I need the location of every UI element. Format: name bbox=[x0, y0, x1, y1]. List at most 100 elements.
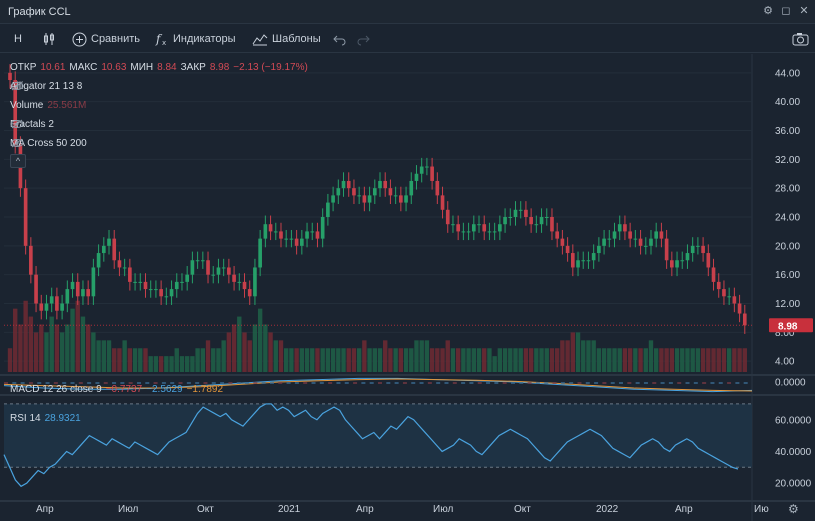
candle-body bbox=[435, 180, 440, 196]
volume-bar bbox=[732, 348, 737, 372]
close-icon[interactable]: ✕ bbox=[797, 4, 811, 18]
redo-button[interactable] bbox=[356, 30, 370, 48]
candle-body bbox=[664, 238, 669, 261]
volume-bar bbox=[143, 348, 148, 372]
screenshot-button[interactable] bbox=[792, 30, 809, 48]
volume-bar bbox=[711, 348, 716, 372]
macd-histogram-bar bbox=[602, 382, 607, 384]
volume-bar bbox=[320, 348, 325, 372]
compare-button[interactable]: Сравнить bbox=[72, 30, 140, 48]
volume-bar bbox=[44, 332, 49, 372]
macd-histogram-bar bbox=[510, 382, 515, 384]
candle-body bbox=[576, 260, 580, 268]
volume-bar bbox=[221, 340, 226, 372]
eye-hidden-icon[interactable] bbox=[10, 138, 24, 148]
alligator-legend[interactable]: Alligator 21 13 8 bbox=[10, 81, 82, 92]
chart-type-button[interactable] bbox=[42, 30, 56, 48]
candle-body bbox=[430, 166, 434, 181]
volume-bar bbox=[184, 356, 190, 372]
candle-body bbox=[39, 303, 44, 311]
volume-bar bbox=[575, 332, 581, 372]
macd-histogram-bar bbox=[328, 382, 333, 384]
volume-bar bbox=[122, 340, 127, 372]
eye-hidden-icon[interactable] bbox=[10, 81, 24, 91]
macd-histogram-bar bbox=[369, 382, 374, 384]
macd-histogram-bar bbox=[502, 382, 507, 384]
ma-cross-legend[interactable]: MA Cross 50 200 bbox=[10, 138, 87, 149]
candle-body bbox=[180, 281, 184, 283]
volume-bar bbox=[549, 348, 555, 372]
macd-histogram-bar bbox=[527, 382, 532, 384]
volume-bar bbox=[721, 348, 727, 372]
settings-icon[interactable]: ⚙ bbox=[788, 502, 799, 516]
volume-bar bbox=[153, 356, 159, 372]
volume-bar bbox=[59, 332, 65, 372]
rsi-legend[interactable]: RSI 14 28.9321 bbox=[10, 413, 81, 424]
eye-hidden-icon[interactable] bbox=[10, 119, 24, 129]
candle-body bbox=[591, 253, 596, 261]
candle-body bbox=[237, 281, 242, 283]
candle-body bbox=[638, 238, 643, 246]
candle-body bbox=[346, 180, 351, 189]
volume-bar bbox=[518, 348, 523, 372]
candle-body bbox=[60, 303, 64, 311]
macd-histogram-bar bbox=[402, 382, 407, 384]
macd-histogram-bar bbox=[619, 382, 624, 384]
restore-icon[interactable]: ◻ bbox=[779, 4, 793, 18]
candle-body bbox=[55, 296, 59, 311]
candle-body bbox=[425, 166, 429, 168]
candle-body bbox=[404, 195, 408, 203]
candle-body bbox=[221, 267, 226, 269]
macd-histogram-bar bbox=[278, 382, 283, 384]
candle-body bbox=[107, 238, 111, 246]
volume-bar bbox=[106, 340, 112, 372]
rsi-label: RSI 14 bbox=[10, 413, 41, 424]
volume-bar bbox=[356, 348, 362, 372]
candle-body bbox=[294, 238, 299, 246]
volume-bar bbox=[523, 348, 529, 372]
price-tick-label: 20.00 bbox=[775, 241, 800, 252]
volume-bar bbox=[414, 340, 419, 372]
collapse-legend-button[interactable]: ^ bbox=[10, 154, 26, 168]
volume-bar bbox=[284, 348, 289, 372]
undo-button[interactable] bbox=[333, 30, 347, 48]
last-price-label: 8.98 bbox=[778, 321, 798, 332]
fractals-legend[interactable]: Fractals 2 bbox=[10, 119, 54, 130]
candle-body bbox=[727, 296, 731, 298]
macd-legend[interactable]: MACD 12 26 close 9 −0.7737 −2.5629 −1.78… bbox=[10, 384, 223, 395]
volume-bar bbox=[706, 348, 711, 372]
chart-area[interactable]: 4.00 8.00 12.00 16.00 20.00 24.00 28.00 32.00 36… bbox=[0, 54, 815, 521]
volume-bar bbox=[299, 348, 305, 372]
volume-bar bbox=[75, 300, 80, 372]
candle-body bbox=[44, 303, 49, 311]
chart-svg[interactable]: 4.008.0012.0016.0020.0024.0028.0032.0036… bbox=[0, 54, 815, 521]
macd-histogram-bar bbox=[727, 382, 732, 384]
candle-body bbox=[508, 217, 513, 218]
templates-button[interactable]: Шаблоны bbox=[252, 30, 321, 48]
volume-bar bbox=[440, 348, 445, 372]
candle-body bbox=[701, 245, 705, 254]
interval-button[interactable]: H bbox=[14, 30, 22, 48]
volume-bar bbox=[544, 348, 549, 372]
macd-histogram-bar bbox=[311, 382, 316, 384]
volume-bar bbox=[148, 356, 153, 372]
volume-legend[interactable]: Volume 25.561M bbox=[10, 100, 86, 111]
candle-body bbox=[23, 188, 28, 246]
macd-histogram-bar bbox=[685, 382, 690, 384]
volume-bar bbox=[502, 348, 508, 372]
volume-bar bbox=[315, 348, 320, 372]
volume-bar bbox=[336, 348, 341, 372]
candle-body bbox=[206, 260, 210, 275]
svg-text:x: x bbox=[162, 39, 166, 46]
volume-bar bbox=[617, 348, 622, 372]
plus-circle-icon bbox=[72, 32, 87, 46]
candle-body bbox=[29, 245, 33, 275]
candle-body bbox=[445, 209, 450, 225]
candle-body bbox=[670, 260, 674, 268]
candle-body bbox=[148, 289, 153, 291]
high-label: МАКС bbox=[69, 62, 98, 73]
indicators-button[interactable]: f x Индикаторы bbox=[155, 30, 236, 48]
candle-body bbox=[154, 289, 158, 291]
candle-body bbox=[503, 217, 507, 225]
settings-icon[interactable]: ⚙ bbox=[761, 4, 775, 18]
